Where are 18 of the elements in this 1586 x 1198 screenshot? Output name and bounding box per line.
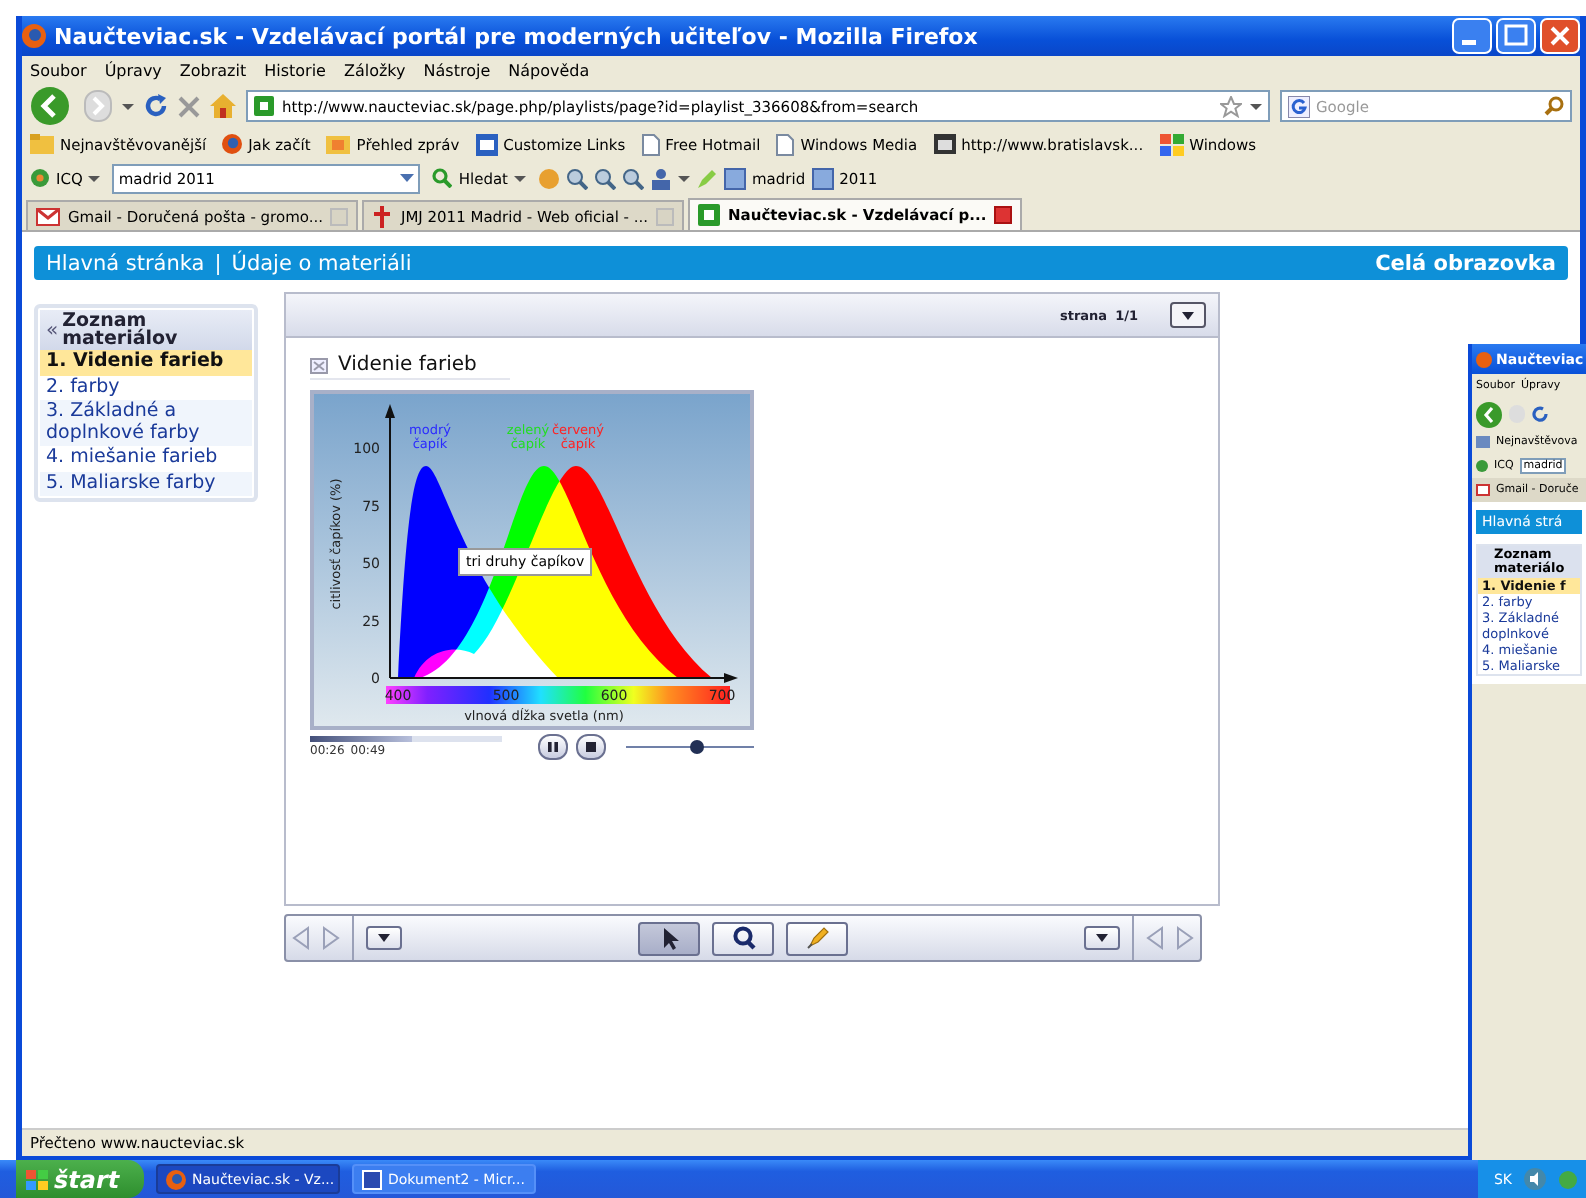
menu-item[interactable]: Nástroje (423, 61, 491, 79)
material-item[interactable]: 5. Maliarske farby (40, 471, 252, 496)
panel-title: Zoznam materiálov (62, 312, 180, 348)
material-item[interactable]: 1. Videnie farieb (40, 350, 252, 375)
fullscreen-link[interactable]: Celá obrazovka (1375, 251, 1556, 275)
menu-item[interactable]: Záložky (343, 61, 406, 79)
breadcrumb-separator: | (214, 251, 222, 275)
menu-item[interactable]: Soubor (30, 61, 87, 79)
menu-item[interactable]: Historie (264, 61, 326, 79)
menu-item[interactable]: Nápověda (508, 61, 590, 79)
menu-item[interactable]: Úpravy (104, 61, 162, 79)
menu-item[interactable]: Zobrazit (179, 61, 247, 79)
collapse-button[interactable]: « (46, 320, 59, 342)
breadcrumb-link[interactable]: Hlavná stránka (46, 251, 205, 275)
material-item[interactable]: 3. Základné a doplnkové farby (40, 400, 252, 446)
breadcrumb-link[interactable]: Údaje o materiáli (231, 251, 412, 275)
window-title: Naučteviac.sk - Vzdelávací portál pre moderných učiteľov - Mozilla Firefox (54, 23, 978, 49)
slide-title: Videnie farieb (338, 354, 477, 376)
